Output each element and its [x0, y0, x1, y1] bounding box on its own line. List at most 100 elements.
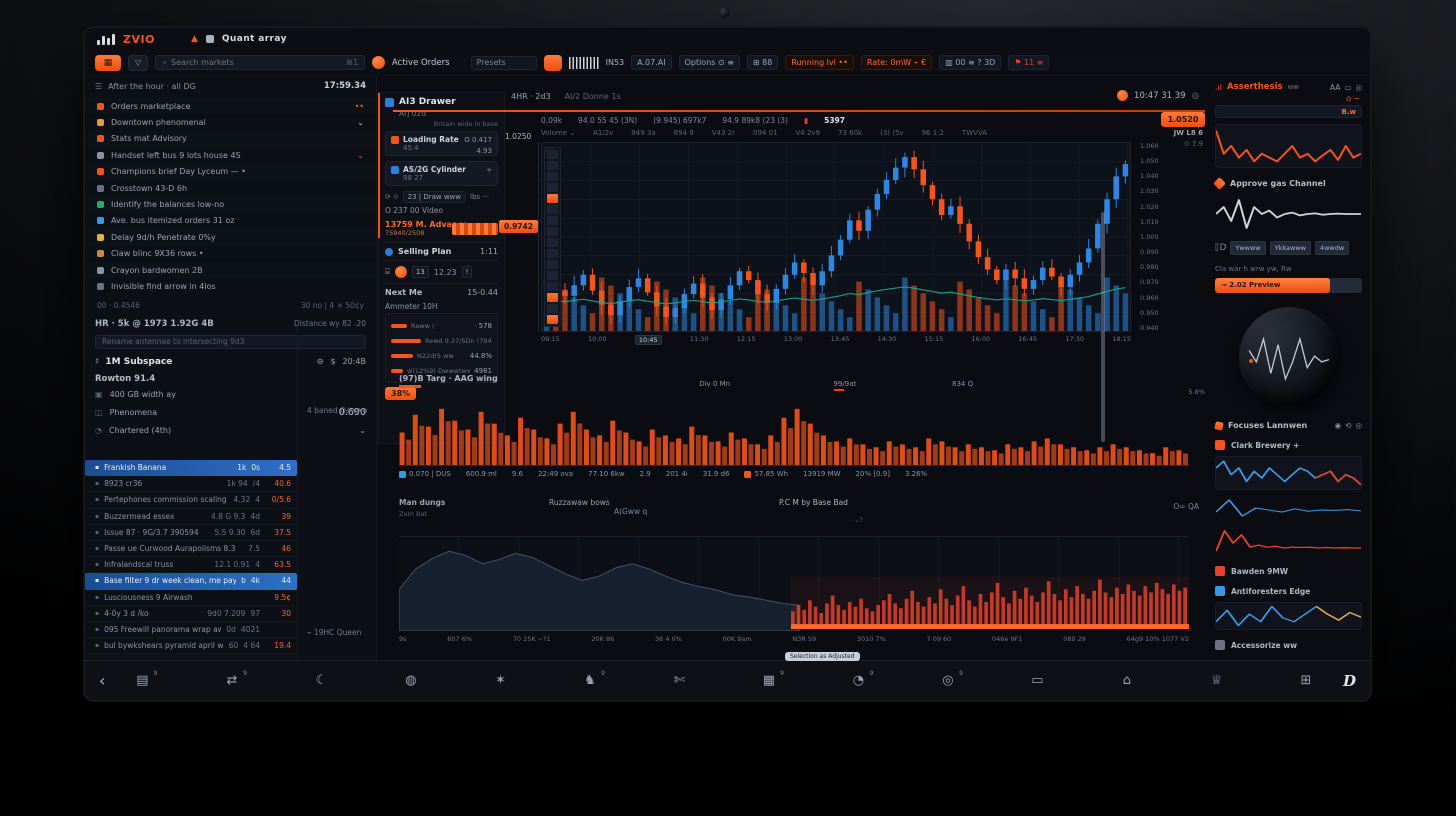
- dock-app-icon[interactable]: ▭: [1026, 673, 1048, 688]
- right-search-action[interactable]: B.w: [1342, 108, 1356, 116]
- price-axis[interactable]: 1.0601.0501.0401.0301.0201.0101.0000.990…: [1135, 142, 1175, 332]
- buy-button[interactable]: 1.0520: [1161, 112, 1205, 127]
- sidebar-item[interactable]: Champions brief Day Lyceum — •: [85, 164, 376, 180]
- focus-action-icon[interactable]: ⟲: [1345, 421, 1351, 430]
- search-input[interactable]: [171, 58, 342, 67]
- dock-app-icon[interactable]: ⊞: [1295, 673, 1317, 688]
- sidebar-item[interactable]: Stats mat Advisory: [85, 131, 376, 147]
- preset-select[interactable]: Presets: [471, 56, 537, 70]
- sidebar-item[interactable]: Downtown phenomenal⌄: [85, 114, 376, 130]
- watchlist-row[interactable]: ▪Lusciousness 9 Airwash9.5¢: [85, 590, 297, 606]
- at-icon[interactable]: ◎: [1192, 91, 1199, 101]
- toolbar-item[interactable]: ⚑ 11 ≡: [1008, 55, 1049, 70]
- dock-app-icon[interactable]: ▤9: [131, 673, 153, 688]
- time-tick[interactable]: 11:30: [690, 335, 709, 345]
- time-tick[interactable]: 13:45: [831, 335, 850, 345]
- toolbar-item[interactable]: ⊞ 88: [747, 55, 778, 70]
- back-chevron-icon[interactable]: ‹: [99, 671, 105, 690]
- approve-section[interactable]: Approve gas Channel: [1215, 179, 1362, 188]
- focus-row[interactable]: Focuses Lannwen ◉⟲◎: [1215, 421, 1362, 430]
- chart-tool-button[interactable]: [547, 304, 558, 313]
- right-header-icon[interactable]: ▭: [1344, 83, 1351, 92]
- watchlist-row[interactable]: ▪8923 cr361k 94/440.6: [85, 476, 297, 492]
- sidebar-item[interactable]: Delay 9d/h Penetrate 0%y: [85, 229, 376, 245]
- entry-row[interactable]: ◔Chartered (4th)⌄: [85, 422, 376, 440]
- candle-plot[interactable]: [541, 142, 1131, 332]
- toolbar-item[interactable]: Options ⊙ ≡: [679, 55, 740, 70]
- chart-tool-button[interactable]: [547, 216, 558, 225]
- menu-button[interactable]: ▦: [95, 55, 121, 71]
- chart-tool-button[interactable]: [547, 150, 558, 159]
- chart-tool-button[interactable]: [547, 194, 558, 203]
- focus-action-icon[interactable]: ◉: [1335, 421, 1342, 430]
- watchlist-row[interactable]: ▪Issue 87 · 9G/3.7 3905945.5 9.306d37.5: [85, 525, 297, 541]
- watchlist-row[interactable]: ▪Frankish Banana1k0s4.5: [85, 460, 297, 476]
- toolbar-item[interactable]: ▥ 00 ≡ ? 3D: [939, 55, 1001, 70]
- chart-tool-button[interactable]: [547, 260, 558, 269]
- tab-secondary[interactable]: AI/2 Donne 1s: [565, 92, 621, 101]
- focus-action-icon[interactable]: ◎: [1355, 421, 1362, 430]
- sparkline-card-6[interactable]: [1215, 602, 1362, 630]
- dock-app-icon[interactable]: ◍: [400, 673, 422, 688]
- dock-app-icon[interactable]: ☾: [310, 673, 332, 688]
- sidebar-item[interactable]: Crosstown 43-D 6h: [85, 180, 376, 196]
- time-tick[interactable]: 16:45: [1018, 335, 1037, 345]
- chart-tool-button[interactable]: [547, 172, 558, 181]
- watchlist-row[interactable]: ▪Pertephones commission scaling 94.3240/…: [85, 492, 297, 508]
- watchlist-row[interactable]: ▪Base filter 9 dr week clean, me paying?…: [85, 573, 297, 589]
- watchlist-row[interactable]: ▪Buzzermead essex4.8 G 9.34d39: [85, 509, 297, 525]
- filter-button[interactable]: ▽: [128, 55, 148, 71]
- chevron-icon[interactable]: ⌄: [357, 118, 364, 127]
- chart-tool-button[interactable]: [547, 249, 558, 258]
- sidebar-search[interactable]: Rename antennae to intersecting 9d3: [95, 335, 366, 349]
- time-tick[interactable]: 10:45: [635, 335, 662, 345]
- chevron-icon[interactable]: ⌄: [357, 151, 364, 160]
- toolbar-item[interactable]: A.07.AI: [631, 55, 671, 70]
- sparkline-card-1[interactable]: [1215, 124, 1362, 168]
- dock-app-icon[interactable]: ◎9: [937, 673, 959, 688]
- watchlist-row[interactable]: ▪Passe ue Curwood Aurapolisms 8.37.546: [85, 541, 297, 557]
- chart-tool-button[interactable]: [547, 183, 558, 192]
- stop-icon[interactable]: [206, 35, 214, 43]
- dock-app-icon[interactable]: ▦9: [758, 673, 780, 688]
- tab-timeframe[interactable]: 4HR · 2d3: [511, 92, 551, 101]
- right-chip[interactable]: Ywwww: [1230, 241, 1265, 255]
- time-tick[interactable]: 15:15: [925, 335, 944, 345]
- dock-end-icon[interactable]: Ⅾ: [1343, 672, 1356, 690]
- time-tick[interactable]: 10:00: [588, 335, 607, 345]
- time-axis[interactable]: 09:15 10:00 10:45 11:30 12:15 13:00 13:45 14:30…: [541, 335, 1131, 345]
- camera-icon[interactable]: ⌸: [385, 267, 390, 277]
- sidebar-item[interactable]: Ave. bus itemized orders 31 oz: [85, 213, 376, 229]
- search-bar[interactable]: ⌕ ⌘1: [155, 55, 365, 70]
- time-tick[interactable]: 14:30: [878, 335, 897, 345]
- card-row-edge[interactable]: Antiforesters Edge: [1215, 586, 1362, 596]
- time-tick[interactable]: 09:15: [541, 335, 560, 345]
- dock-app-icon[interactable]: ◔9: [847, 673, 869, 688]
- time-tick[interactable]: 12:15: [737, 335, 756, 345]
- watchlist-row[interactable]: ▪Infralandscal truss12.1 0.91463.5: [85, 557, 297, 573]
- watchlist-row[interactable]: ▪095 Freewill panorama wrap aware 440d40…: [85, 622, 297, 638]
- chart-tool-button[interactable]: [547, 205, 558, 214]
- time-tick[interactable]: 18:15: [1112, 335, 1131, 345]
- sparkline-card-3[interactable]: [1215, 456, 1362, 490]
- dock-app-icon[interactable]: ⇄9: [221, 673, 243, 688]
- sidebar-item[interactable]: Identify the balances low-no: [85, 196, 376, 212]
- card-row-accessorize[interactable]: Accessorize ww: [1215, 640, 1362, 650]
- entry-row[interactable]: ▣400 GB width ay: [85, 386, 376, 404]
- chart-tool-button[interactable]: [547, 227, 558, 236]
- watchlist-row[interactable]: ▪4-0y 3 d /ko9d0 7.2099730: [85, 606, 297, 622]
- sidebar-item[interactable]: Orders marketplace••: [85, 98, 376, 114]
- time-tick[interactable]: 13:00: [784, 335, 803, 345]
- right-chip[interactable]: 4wwdw: [1315, 241, 1349, 255]
- chart-tool-button[interactable]: [547, 315, 558, 324]
- time-tick[interactable]: 17:30: [1065, 335, 1084, 345]
- sidebar-item[interactable]: Claw blinc 9X36 rows •: [85, 246, 376, 262]
- app-launcher-button[interactable]: [544, 55, 562, 71]
- avatar[interactable]: [372, 56, 385, 69]
- time-tick[interactable]: 16:00: [971, 335, 990, 345]
- subspace-row[interactable]: ♯ 1M Subspace ⊖ $ 20:4B: [85, 353, 376, 369]
- chevron-down-icon[interactable]: ⌄: [359, 426, 366, 435]
- dock-app-icon[interactable]: ⌂: [1116, 673, 1138, 688]
- right-mini-orange[interactable]: ⊙ ~: [1217, 95, 1360, 103]
- chart-tool-button[interactable]: [547, 282, 558, 291]
